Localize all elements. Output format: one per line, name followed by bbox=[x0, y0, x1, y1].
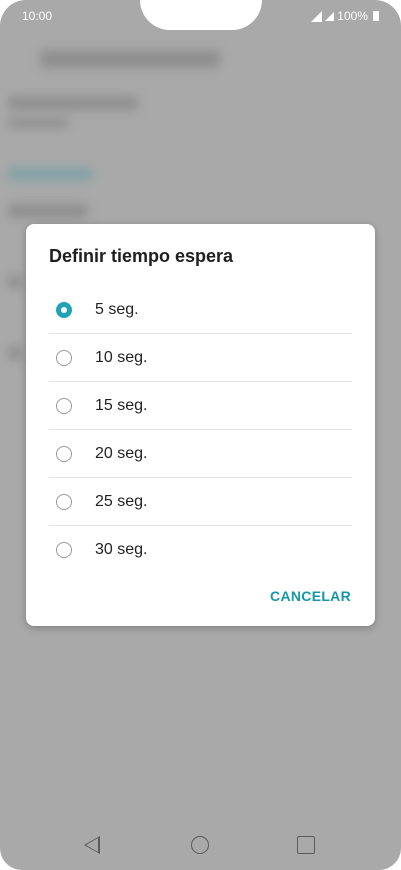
option-label: 30 seg. bbox=[95, 540, 148, 558]
signal-icon bbox=[311, 10, 323, 22]
timeout-dialog: Definir tiempo espera 5 seg. 10 seg. 15 … bbox=[26, 224, 375, 626]
status-icons: 100% bbox=[311, 9, 379, 23]
option-5-seg[interactable]: 5 seg. bbox=[49, 286, 352, 334]
option-label: 20 seg. bbox=[95, 444, 148, 462]
option-label: 15 seg. bbox=[95, 396, 148, 414]
radio-unchecked-icon[interactable] bbox=[56, 349, 72, 366]
status-bar: 10:00 100% bbox=[0, 0, 401, 32]
option-20-seg[interactable]: 20 seg. bbox=[49, 430, 352, 478]
cancel-button[interactable]: CANCELAR bbox=[270, 588, 351, 604]
back-icon[interactable] bbox=[84, 836, 100, 854]
dialog-title: Definir tiempo espera bbox=[49, 246, 234, 266]
navigation-bar bbox=[0, 820, 401, 870]
recents-icon[interactable] bbox=[297, 836, 315, 854]
option-25-seg[interactable]: 25 seg. bbox=[49, 478, 352, 526]
radio-unchecked-icon[interactable] bbox=[56, 445, 72, 462]
radio-checked-icon[interactable] bbox=[56, 301, 72, 318]
option-label: 25 seg. bbox=[95, 492, 148, 510]
home-icon[interactable] bbox=[191, 836, 209, 854]
option-15-seg[interactable]: 15 seg. bbox=[49, 382, 352, 430]
radio-unchecked-icon[interactable] bbox=[56, 397, 72, 414]
battery-percent: 100% bbox=[337, 9, 368, 23]
option-10-seg[interactable]: 10 seg. bbox=[49, 334, 352, 382]
option-label: 10 seg. bbox=[95, 348, 148, 366]
radio-unchecked-icon[interactable] bbox=[56, 541, 72, 558]
battery-icon bbox=[373, 11, 379, 21]
status-time: 10:00 bbox=[22, 9, 53, 23]
timeout-options: 5 seg. 10 seg. 15 seg. 20 seg. 25 seg. 3… bbox=[49, 286, 352, 573]
radio-unchecked-icon[interactable] bbox=[56, 493, 72, 510]
phone-screen: 10:00 100% Definir tiempo espera 5 seg. … bbox=[0, 0, 401, 870]
signal-icon bbox=[325, 11, 335, 21]
option-label: 5 seg. bbox=[95, 300, 139, 318]
option-30-seg[interactable]: 30 seg. bbox=[49, 526, 352, 573]
